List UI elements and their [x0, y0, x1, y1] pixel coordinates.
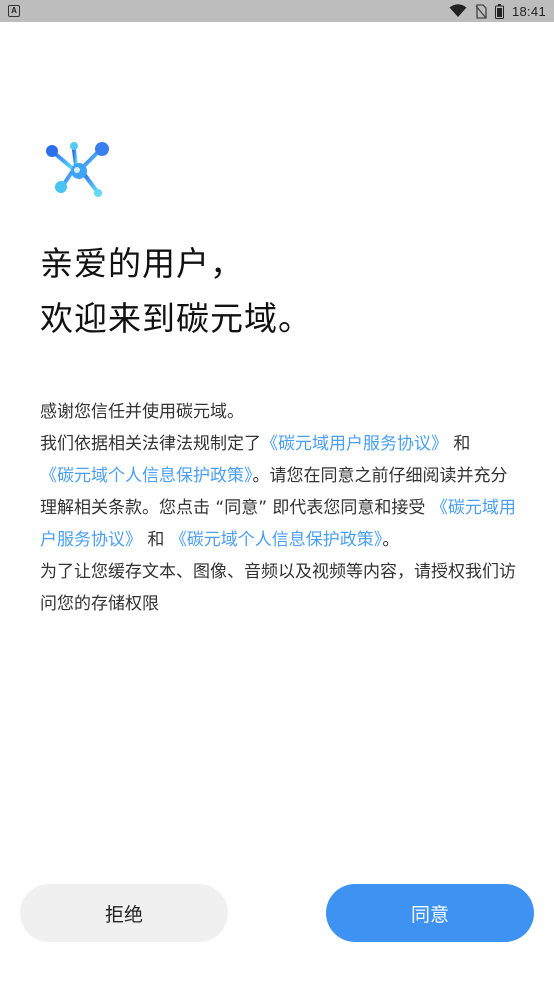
and-text-2: 和: [147, 530, 165, 550]
agreement-end: 。: [382, 530, 400, 550]
agree-button[interactable]: 同意: [326, 884, 534, 942]
status-right-group: 18:41: [449, 3, 546, 19]
agreement-paragraph: 我们依据相关法律法规制定了《碳元域用户服务协议》 和《碳元域个人信息保护政策》。…: [40, 428, 520, 556]
reject-button[interactable]: 拒绝: [20, 884, 228, 942]
and-text-1: 和: [453, 434, 471, 454]
status-time: 18:41: [511, 3, 546, 19]
welcome-heading: 亲爱的用户， 欢迎来到碳元域。: [40, 236, 520, 346]
no-sim-icon: [475, 3, 487, 19]
user-agreement-link[interactable]: 《碳元域用户服务协议》: [261, 434, 448, 454]
app-notification-icon: A: [8, 5, 20, 17]
molecule-logo-icon: [46, 142, 109, 197]
privacy-policy-link-2[interactable]: 《碳元域个人信息保护政策》: [170, 530, 383, 550]
status-bar: A 18:41: [0, 0, 554, 22]
agreement-prefix: 我们依据相关法律法规制定了: [40, 434, 261, 454]
greeting-line-1: 亲爱的用户，: [40, 244, 244, 283]
storage-permission-paragraph: 为了让您缓存文本、图像、音频以及视频等内容，请授权我们访问您的存储权限: [40, 562, 516, 614]
privacy-notice-text: 感谢您信任并使用碳元域。 我们依据相关法律法规制定了《碳元域用户服务协议》 和《…: [40, 396, 520, 620]
battery-icon: [494, 3, 504, 19]
intro-paragraph: 感谢您信任并使用碳元域。: [40, 402, 244, 422]
privacy-policy-link[interactable]: 《碳元域个人信息保护政策》: [40, 466, 253, 486]
greeting-line-2: 欢迎来到碳元域。: [40, 299, 312, 338]
wifi-icon: [449, 4, 467, 17]
